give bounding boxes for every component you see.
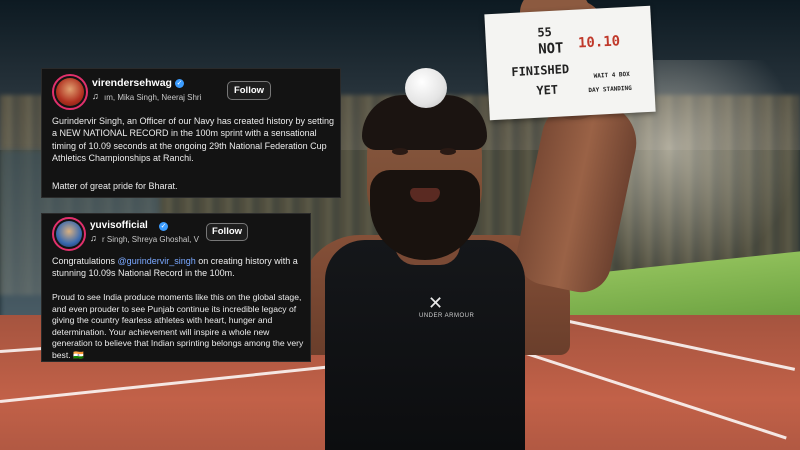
athlete-mouth bbox=[410, 188, 440, 202]
post-music[interactable]: r Singh, Shreya Ghoshal, V bbox=[102, 235, 202, 244]
jersey-logo-text: UNDER ARMOUR bbox=[419, 313, 475, 319]
post-username[interactable]: virendersehwag bbox=[92, 77, 172, 89]
instagram-post-card: virendersehwag ✓ ♫ ım, Mika Singh, Neera… bbox=[41, 68, 341, 198]
music-note-icon: ♫ bbox=[90, 233, 97, 243]
post-username[interactable]: yuvisofficial bbox=[90, 220, 148, 231]
athlete-eye bbox=[392, 148, 408, 155]
follow-button[interactable]: Follow bbox=[227, 81, 271, 100]
post-caption: Gurindervir Singh, an Officer of our Nav… bbox=[52, 116, 334, 163]
avatar[interactable] bbox=[52, 217, 86, 251]
post-music[interactable]: ım, Mika Singh, Neeraj Shri bbox=[104, 93, 216, 102]
sign-footer-1: WAIT 4 BOX bbox=[593, 70, 630, 80]
user-mention-link[interactable]: @gurindervir_singh bbox=[118, 256, 196, 266]
avatar-image bbox=[56, 221, 82, 247]
verified-badge-icon: ✓ bbox=[159, 222, 168, 231]
sign-time: 10.10 bbox=[577, 33, 621, 52]
post-caption-congrats: Congratulations @gurindervir_singh on cr… bbox=[52, 255, 304, 280]
post-caption-footer: Matter of great pride for Bharat. bbox=[52, 181, 178, 191]
follow-button[interactable]: Follow bbox=[206, 223, 248, 241]
athlete-raised-arm bbox=[511, 92, 644, 298]
under-armour-logo-icon: ✕ bbox=[428, 293, 444, 313]
sign-line-1: 55 bbox=[537, 24, 553, 40]
instagram-post-card: yuvisofficial ✓ ♫ r Singh, Shreya Ghosha… bbox=[41, 213, 311, 362]
post-caption: Proud to see India produce moments like … bbox=[52, 292, 304, 360]
sign-footer-2: DAY STANDING bbox=[588, 84, 632, 95]
sign-line-4: YET bbox=[536, 82, 559, 98]
balanced-ball bbox=[405, 68, 447, 108]
verified-badge-icon: ✓ bbox=[175, 79, 184, 88]
music-note-icon: ♫ bbox=[92, 91, 99, 101]
avatar[interactable] bbox=[52, 74, 88, 110]
sign-line-3: FINISHED bbox=[511, 62, 570, 80]
athlete-eye bbox=[440, 148, 456, 155]
athlete-singlet bbox=[325, 240, 525, 450]
avatar-image bbox=[56, 78, 84, 106]
congrats-prefix: Congratulations bbox=[52, 256, 118, 266]
handwritten-sign: 55 NOT 10.10 FINISHED YET WAIT 4 BOX DAY… bbox=[484, 5, 656, 121]
sign-line-2: NOT bbox=[537, 40, 564, 58]
